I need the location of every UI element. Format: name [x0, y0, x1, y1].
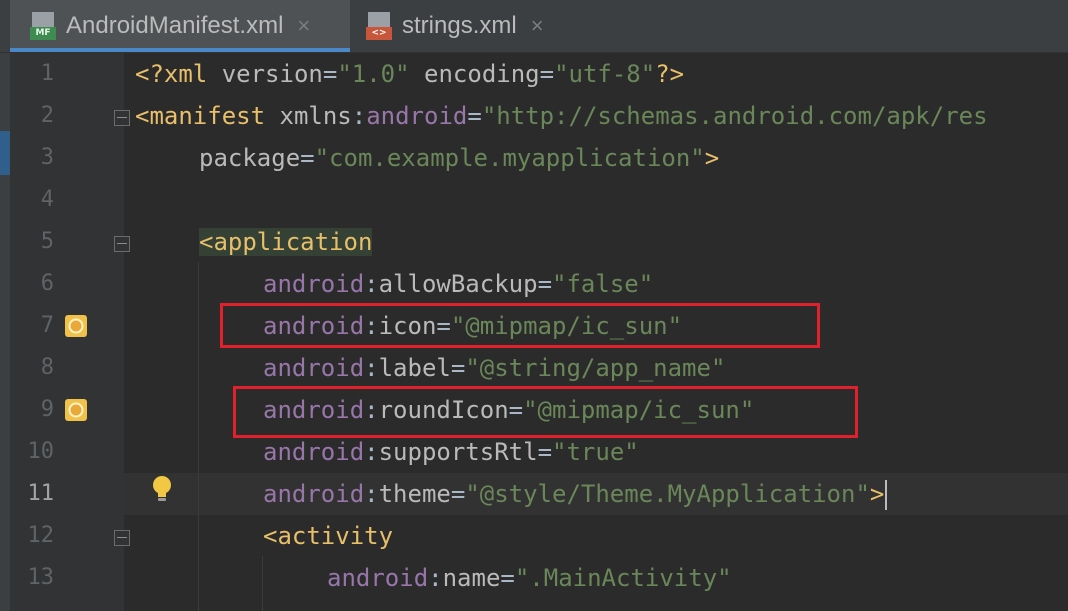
- line-number: 4: [40, 187, 54, 212]
- editor-tab-bar: MF AndroidManifest.xml × <> strings.xml …: [0, 0, 1068, 53]
- line-number: 10: [27, 439, 55, 464]
- line-number: 12: [27, 523, 55, 548]
- code-line-2: <manifest xmlns:android="http://schemas.…: [135, 102, 988, 130]
- lightbulb-icon[interactable]: [148, 474, 176, 504]
- line-number: 5: [40, 229, 54, 254]
- code-line-8: android:label="@string/app_name": [263, 354, 726, 382]
- close-icon[interactable]: ×: [531, 13, 544, 39]
- line-number: 9: [40, 397, 54, 422]
- application-tag: <application: [199, 228, 373, 256]
- text-caret: [885, 480, 888, 510]
- code-line-5: <application: [199, 221, 373, 263]
- indent-guide: [262, 556, 263, 611]
- fold-marker-icon[interactable]: [114, 236, 130, 252]
- tool-window-marker[interactable]: [0, 131, 10, 175]
- sun-icon[interactable]: [62, 312, 90, 340]
- highlight-box-roundicon-line: [233, 386, 858, 438]
- highlight-box-icon-line: [220, 303, 820, 348]
- xml-file-icon: <>: [366, 12, 394, 40]
- sun-icon[interactable]: [62, 396, 90, 424]
- line-number: 1: [40, 61, 54, 86]
- tab-label: strings.xml: [402, 12, 517, 39]
- close-icon[interactable]: ×: [297, 13, 310, 39]
- code-line-13: android:name=".MainActivity": [327, 564, 732, 592]
- tab-label: AndroidManifest.xml: [66, 12, 284, 39]
- fold-marker-icon[interactable]: [114, 530, 130, 546]
- tab-androidmanifest[interactable]: MF AndroidManifest.xml ×: [10, 0, 350, 52]
- line-number: 7: [40, 313, 54, 338]
- line-number: 13: [27, 565, 55, 590]
- tab-strings[interactable]: <> strings.xml ×: [352, 0, 572, 52]
- code-line-3: package="com.example.myapplication">: [199, 144, 720, 172]
- line-number-current: 11: [27, 481, 55, 506]
- code-line-11: android:theme="@style/Theme.MyApplicatio…: [263, 473, 888, 515]
- line-number: 3: [40, 145, 54, 170]
- line-number: 6: [40, 271, 54, 296]
- line-number: 2: [40, 103, 54, 128]
- code-line-6: android:allowBackup="false": [263, 270, 654, 298]
- fold-marker-icon[interactable]: [114, 110, 130, 126]
- code-line-12: <activity: [263, 522, 394, 550]
- line-number: 8: [40, 355, 54, 380]
- indent-guide: [198, 262, 199, 611]
- manifest-file-icon: MF: [30, 12, 58, 40]
- code-line-1: <?xml version="1.0" encoding="utf-8"?>: [135, 60, 685, 88]
